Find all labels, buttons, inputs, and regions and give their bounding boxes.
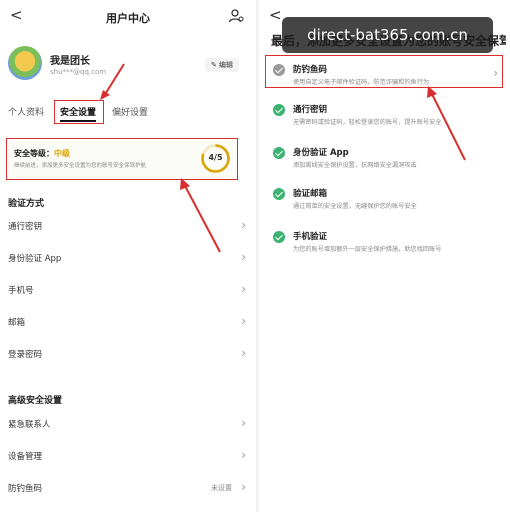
security-level-title: 安全等级：中级 <box>14 148 70 159</box>
option-desc: 添加离线安全保护设置，抗网络安全漏洞攻击 <box>293 162 417 169</box>
check-circle-icon <box>273 147 285 159</box>
row-label: 邮箱 <box>8 318 26 328</box>
back-button[interactable]: < <box>269 6 282 24</box>
option-auth-app[interactable]: 身份验证 App 添加离线安全保护设置，抗网络安全漏洞攻击 <box>273 145 498 177</box>
security-level-label: 安全等级： <box>14 149 54 158</box>
row-label: 防钓鱼码 <box>8 484 43 494</box>
annotation-arrow <box>100 63 125 100</box>
row-label: 身份验证 App <box>8 254 62 264</box>
row-label: 手机号 <box>8 286 34 296</box>
chevron-right-icon: › <box>241 250 246 264</box>
edit-icon: ✎ <box>210 61 220 69</box>
chevron-right-icon: › <box>241 480 246 494</box>
option-verify-phone[interactable]: 手机验证 为您的账号增加额外一层安全保护措施，助您找回账号 <box>273 229 498 261</box>
check-circle-icon <box>273 231 285 243</box>
security-options-panel: < 最后，添加更多安全设置为您的账号安全保驾护 direct-bat365.co… <box>259 0 510 512</box>
user-name: 我是团长 <box>50 56 90 67</box>
advanced-item-device-management[interactable]: 设备管理 › <box>8 447 246 467</box>
chevron-right-icon: › <box>493 66 498 80</box>
header: < <box>259 6 510 28</box>
option-desc: 无需密码或验证码，轻松登录您的账号，提升账号安全 <box>293 119 442 126</box>
chevron-right-icon: › <box>241 448 246 462</box>
tab-profile[interactable]: 个人资料 <box>8 105 44 118</box>
verify-item-email[interactable]: 邮箱 › <box>8 313 246 333</box>
header: < 用户中心 <box>0 6 256 28</box>
user-center-panel: < 用户中心 我是团长 shu***@qq.com ✎ 编辑 个人资料 安全设置… <box>0 0 256 512</box>
verify-heading: 验证方式 <box>8 199 45 209</box>
option-desc: 为您的账号增加额外一层安全保护措施，助您找回账号 <box>293 246 442 253</box>
row-label: 通行密钥 <box>8 222 43 232</box>
option-title: 验证邮箱 <box>293 189 328 199</box>
page-title: 用户中心 <box>106 12 150 25</box>
pending-check-icon <box>273 64 285 76</box>
chevron-right-icon: › <box>241 218 246 232</box>
verify-item-phone[interactable]: 手机号 › <box>8 281 246 301</box>
chevron-right-icon: › <box>241 416 246 430</box>
edit-button[interactable]: ✎ 编辑 <box>205 58 239 72</box>
check-circle-icon <box>273 104 285 116</box>
option-desc: 使用自定义电子邮件验证码，防范诈骗和钓鱼行为 <box>293 79 430 86</box>
option-title: 手机验证 <box>293 232 328 242</box>
verify-item-passkey[interactable]: 通行密钥 › <box>8 217 246 237</box>
option-desc: 通过简单的安全设置，无缝保护您的账号安全 <box>293 203 417 210</box>
option-title: 身份验证 App <box>293 148 349 158</box>
verify-item-login-password[interactable]: 登录密码 › <box>8 345 246 365</box>
chevron-right-icon: › <box>241 314 246 328</box>
option-verify-email[interactable]: 验证邮箱 通过简单的安全设置，无缝保护您的账号安全 <box>273 186 498 218</box>
chevron-right-icon: › <box>241 346 246 360</box>
security-level-desc: 继续前进，添加更多安全设置为您的账号安全保驾护航 <box>14 163 147 169</box>
annotation-arrow-2 <box>180 178 221 253</box>
option-title: 通行密钥 <box>293 105 328 115</box>
user-settings-icon[interactable] <box>228 8 244 24</box>
row-label: 紧急联系人 <box>8 420 51 430</box>
verify-item-auth-app[interactable]: 身份验证 App › <box>8 249 246 269</box>
tab-security[interactable]: 安全设置 <box>60 105 97 122</box>
row-label: 设备管理 <box>8 452 43 462</box>
advanced-item-anti-phishing[interactable]: 防钓鱼码 未设置 › <box>8 479 246 499</box>
chevron-right-icon: › <box>241 282 246 296</box>
advanced-heading: 高级安全设置 <box>8 396 63 406</box>
tab-bar: 个人资料 安全设置 偏好设置 <box>8 105 256 125</box>
security-level-card[interactable]: 安全等级：中级 继续前进，添加更多安全设置为您的账号安全保驾护航 4/5 <box>8 140 237 178</box>
check-circle-icon <box>273 188 285 200</box>
row-label: 登录密码 <box>8 350 43 360</box>
option-title: 防钓鱼码 <box>293 65 328 75</box>
row-value: 未设置 <box>211 484 232 492</box>
edit-label: 编辑 <box>219 61 234 69</box>
page-title: 最后，添加更多安全设置为您的账号安全保驾护 <box>271 34 506 48</box>
security-score: 4/5 <box>208 153 223 162</box>
advanced-item-emergency-contact[interactable]: 紧急联系人 › <box>8 415 246 435</box>
security-score-ring: 4/5 <box>200 143 231 174</box>
avatar <box>8 46 42 80</box>
security-level-value: 中级 <box>54 149 70 158</box>
tab-preferences[interactable]: 偏好设置 <box>112 105 148 118</box>
option-passkey[interactable]: 通行密钥 无需密码或验证码，轻松登录您的账号，提升账号安全 <box>273 102 498 134</box>
